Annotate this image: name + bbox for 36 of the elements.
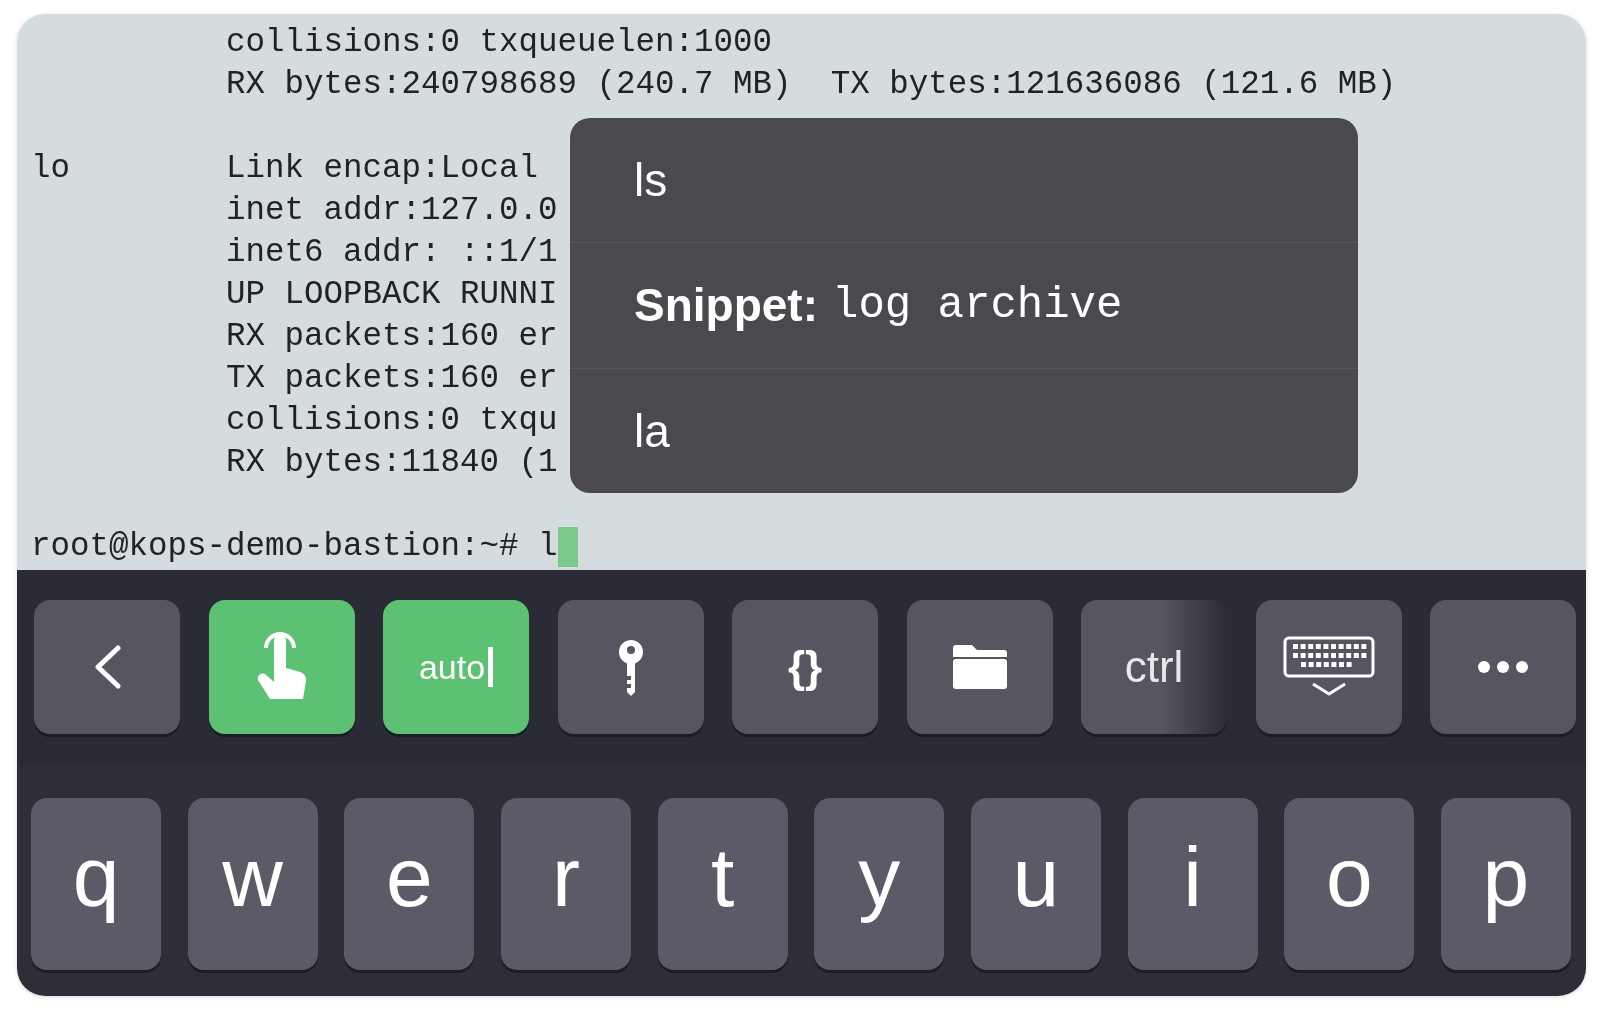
keyboard-key[interactable]: w (187, 798, 318, 970)
terminal-line: RX bytes:11840 (1 (225, 443, 558, 483)
keyboard-key[interactable]: p (1440, 798, 1571, 970)
terminal-line: RX bytes:240798689 (240.7 MB) TX bytes:121636086 (121.6 MB) (225, 65, 1397, 105)
suggestion-item[interactable]: la (570, 367, 1358, 493)
terminal-line: RX packets:160 er (225, 317, 558, 357)
keyboard-key[interactable]: y (814, 798, 945, 970)
keyboard-key[interactable]: i (1127, 798, 1258, 970)
chevron-left-icon (92, 645, 122, 689)
terminal-line: inet6 addr: ::1/1 (225, 233, 558, 273)
terminal-line: collisions:0 txqueuelen:1000 (225, 23, 773, 63)
terminal-line: TX packets:160 er (225, 359, 558, 399)
ellipsis-icon (1477, 660, 1529, 674)
snippet-suggestion[interactable]: log archive (832, 280, 1123, 331)
ctrl-key[interactable]: ctrl (1081, 600, 1227, 734)
terminal-line: UP LOOPBACK RUNNI (225, 275, 558, 315)
snippet-label: Snippet: (634, 278, 818, 333)
keyboard-key[interactable]: u (970, 798, 1101, 970)
keyboard-key[interactable]: o (1284, 798, 1415, 970)
terminal-line: lo Link encap:Local (31, 149, 539, 189)
keyboard-key[interactable]: q (31, 798, 161, 970)
keyboard-key[interactable]: e (344, 798, 475, 970)
key-button[interactable] (557, 600, 704, 734)
snippets-button[interactable]: {} (732, 600, 878, 734)
folder-icon (950, 644, 1009, 690)
files-button[interactable] (906, 600, 1053, 734)
terminal-line: inet addr:127.0.0 (225, 191, 558, 231)
terminal-line: collisions:0 txqu (225, 401, 558, 441)
keyboard-key[interactable]: t (657, 798, 788, 970)
suggestion-item[interactable]: ls (570, 118, 1358, 243)
keyboard-hide-icon (1282, 636, 1375, 698)
text-cursor (557, 527, 578, 567)
touch-mode-button[interactable] (208, 600, 355, 734)
hide-keyboard-button[interactable] (1255, 600, 1402, 734)
keyboard-key[interactable]: r (500, 798, 631, 970)
command-prompt: root@kops-demo-bastion:~# l (31, 527, 558, 567)
